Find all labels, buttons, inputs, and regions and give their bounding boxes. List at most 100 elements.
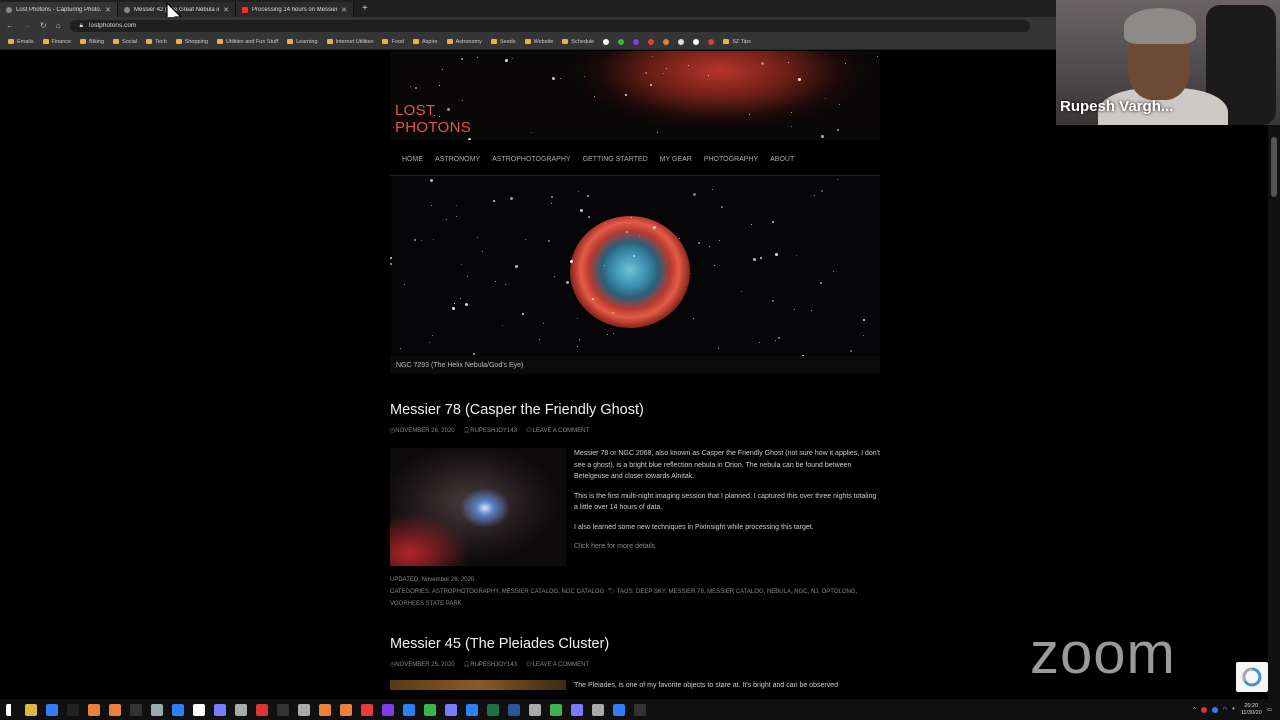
bookmark-item[interactable]: Biking (80, 39, 104, 45)
bookmark-item[interactable]: Learning (287, 39, 318, 45)
post-comment-link[interactable]: 💬︎LEAVE A COMMENT (525, 661, 589, 668)
taskbar-app-icon[interactable] (508, 703, 520, 716)
bookmark-favicon-icon[interactable] (708, 38, 715, 45)
bookmark-favicon-icon[interactable] (618, 38, 625, 45)
taskbar-app-icon[interactable] (340, 703, 352, 716)
read-more-link[interactable]: Click here for more details (574, 543, 655, 550)
back-icon[interactable]: ← (6, 21, 14, 30)
bookmark-item[interactable]: Astronomy (446, 39, 482, 45)
post-date[interactable]: ◷NOVEMBER 25, 2020 (390, 661, 455, 668)
post-author[interactable]: 👤︎RUPESHJOY143 (463, 661, 517, 668)
start-menu-icon[interactable] (6, 703, 16, 716)
taskbar-app-icon[interactable] (466, 703, 478, 716)
bookmark-item[interactable]: Aspire (413, 39, 438, 45)
tab-youtube-processing[interactable]: Processing 14 hours on Messier... ✕ (236, 2, 354, 17)
tray-app-icon[interactable] (1200, 706, 1207, 713)
taskbar-app-icon[interactable] (151, 703, 163, 716)
notifications-icon[interactable]: ▭ (1267, 707, 1272, 713)
post-title[interactable]: Messier 78 (Casper the Friendly Ghost) (390, 402, 880, 418)
site-logo[interactable]: LOST PHOTONS (395, 102, 471, 136)
forward-icon[interactable]: → (23, 21, 31, 30)
nav-item-astrophotography[interactable]: ASTROPHOTOGRAPHY (492, 156, 570, 163)
taskbar-app-icon[interactable] (571, 703, 583, 716)
taskbar-app-icon[interactable] (529, 703, 541, 716)
bookmark-favicon-icon[interactable] (678, 38, 685, 45)
bookmark-item[interactable]: Internet Utilities (326, 39, 373, 45)
taskbar-app-icon[interactable] (277, 703, 289, 716)
taskbar-app-icon[interactable] (25, 703, 37, 716)
post-title[interactable]: Messier 45 (The Pleiades Cluster) (390, 636, 880, 652)
taskbar-app-icon[interactable] (109, 703, 121, 716)
taskbar-app-icon[interactable] (298, 703, 310, 716)
taskbar-app-icon[interactable] (487, 703, 499, 716)
close-tab-icon[interactable]: ✕ (105, 6, 111, 14)
star-dot (414, 239, 416, 241)
bookmark-favicon-icon[interactable] (693, 38, 700, 45)
bookmark-item[interactable]: Shopping (175, 39, 208, 45)
post-thumbnail[interactable] (390, 448, 566, 566)
tray-app-icon[interactable] (1211, 706, 1218, 713)
taskbar-app-icon[interactable] (550, 703, 562, 716)
nav-item-my-gear[interactable]: MY GEAR (660, 156, 692, 163)
taskbar-app-icon[interactable] (130, 703, 142, 716)
bookmark-favicon-icon[interactable] (663, 38, 670, 45)
nav-item-astronomy[interactable]: ASTRONOMY (435, 156, 480, 163)
taskbar-app-icon[interactable] (592, 703, 604, 716)
taskbar-app-icon[interactable] (88, 703, 100, 716)
bookmark-item[interactable]: Social (113, 39, 137, 45)
taskbar-app-icon[interactable] (361, 703, 373, 716)
post-comment-link[interactable]: 💬︎LEAVE A COMMENT (525, 427, 589, 434)
taskbar-app-icon[interactable] (256, 703, 268, 716)
star-dot (462, 100, 463, 101)
nav-item-about[interactable]: ABOUT (770, 156, 794, 163)
page-scrollbar[interactable] (1268, 125, 1280, 699)
taskbar-app-icon[interactable] (424, 703, 436, 716)
scrollbar-thumb[interactable] (1271, 137, 1277, 197)
taskbar-app-icon[interactable] (445, 703, 457, 716)
home-icon[interactable]: ⌂ (56, 21, 61, 30)
taskbar-app-icon[interactable] (46, 703, 58, 716)
bookmark-favicon-icon[interactable] (633, 38, 640, 45)
clock[interactable]: 20:20 11/30/20 (1241, 703, 1262, 717)
bookmark-item[interactable]: Emails (8, 39, 34, 45)
bookmark-item[interactable]: Seeds (490, 39, 516, 45)
wifi-icon[interactable]: ◠ (1223, 707, 1228, 713)
taskbar-app-icon[interactable] (67, 703, 79, 716)
bookmark-item[interactable]: Food (382, 39, 404, 45)
bookmark-item[interactable]: Website (524, 39, 553, 45)
bookmark-item[interactable]: Finance (42, 39, 71, 45)
volume-icon[interactable]: 🔈︎ (1232, 706, 1235, 713)
close-tab-icon[interactable]: ✕ (341, 6, 347, 14)
post-author[interactable]: 👤︎RUPESHJOY143 (463, 427, 517, 434)
nav-item-photography[interactable]: PHOTOGRAPHY (704, 156, 758, 163)
bookmark-item[interactable]: Schedule (562, 39, 594, 45)
bookmark-item[interactable]: Tech (146, 39, 167, 45)
tab-lost-photons[interactable]: Lost Photons - Capturing Photo... ✕ (0, 2, 118, 17)
close-tab-icon[interactable]: ✕ (223, 6, 229, 14)
new-tab-button[interactable]: + (362, 3, 368, 14)
nav-item-getting-started[interactable]: GETTING STARTED (583, 156, 648, 163)
taskbar-app-icon[interactable] (319, 703, 331, 716)
star-dot (439, 116, 440, 117)
reload-icon[interactable]: ↻ (40, 21, 47, 30)
post-categories[interactable]: CATEGORIES: ASTROPHOTOGRAPHY, MESSIER CA… (390, 589, 604, 595)
tray-chevron-icon[interactable]: ^ (1193, 707, 1196, 713)
taskbar-app-icon[interactable] (382, 703, 394, 716)
taskbar-app-icon[interactable] (172, 703, 184, 716)
taskbar-app-icon[interactable] (613, 703, 625, 716)
taskbar-app-icon[interactable] (193, 703, 205, 716)
bookmark-item[interactable]: SZ Tips (723, 39, 751, 45)
url-field[interactable]: 🔒︎ lostphotons.com (69, 19, 1030, 32)
taskbar-app-icon[interactable] (634, 703, 646, 716)
taskbar-app-icon[interactable] (214, 703, 226, 716)
post-date[interactable]: ◷NOVEMBER 26, 2020 (390, 427, 455, 434)
recaptcha-badge[interactable] (1236, 662, 1268, 692)
bookmark-item[interactable]: Utilities and Fun Stuff (216, 39, 278, 45)
star-dot (432, 335, 433, 336)
bookmark-favicon-icon[interactable] (603, 38, 610, 45)
bookmark-favicon-icon[interactable] (648, 38, 655, 45)
taskbar-app-icon[interactable] (403, 703, 415, 716)
taskbar-app-icon[interactable] (235, 703, 247, 716)
nav-item-home[interactable]: HOME (402, 156, 423, 163)
post-thumbnail[interactable] (390, 680, 566, 690)
